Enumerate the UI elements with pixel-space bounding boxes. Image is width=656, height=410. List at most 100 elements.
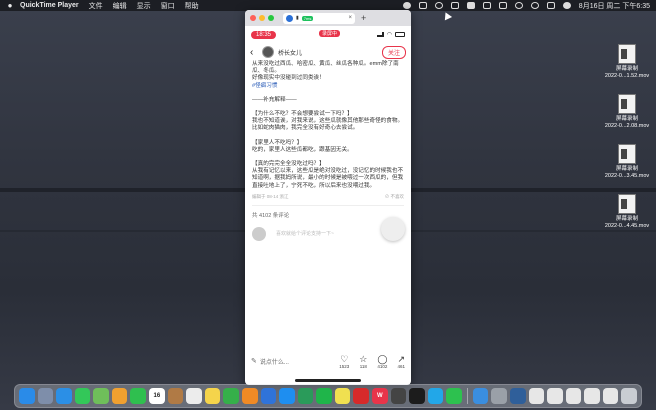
close-tab-icon[interactable]: × [348,15,352,21]
zoom-window-icon[interactable] [268,15,274,21]
dock-doc4-icon[interactable] [584,388,600,404]
dock-notes-icon[interactable] [204,388,221,404]
video-file-icon [618,144,636,164]
dock-numbers-icon[interactable] [223,388,239,404]
hashtag-link[interactable]: #怪癖习惯 [252,83,404,90]
apple-icon[interactable]: ● [6,1,14,10]
desktop-file[interactable]: 屏幕录制 2022-0...3.45.mov [602,144,652,180]
latency-badge: 7ms [301,15,314,21]
dock-pages-icon[interactable] [241,388,258,404]
dock-doc1-icon[interactable] [528,388,545,404]
phone-mirror-window: ▮ 7ms × + 18:35 录屏中 ◠ ‹ 桥长女儿 关注 从来没吃过西瓜、… [245,10,411,385]
dock-terminal-icon[interactable] [409,388,425,404]
home-indicator[interactable] [295,379,361,382]
dock-doc5-icon[interactable] [602,388,619,404]
comment-placeholder[interactable]: 喜欢就给个评论支持一下~ [276,230,334,237]
comment-icon: ◯ [377,353,388,364]
chat-icon[interactable] [434,2,443,9]
dock-finder-icon[interactable] [19,388,35,404]
wifi-icon[interactable] [514,2,523,9]
dock-calendar-icon[interactable]: 16 [149,388,165,404]
avatar[interactable] [262,46,274,58]
share-button[interactable]: ↗ 461 [397,354,405,369]
desktop-file[interactable]: 屏幕录制 2022-0...2.08.mov [602,94,652,130]
dock-app-store-icon[interactable] [279,388,295,404]
dock-keynote-icon[interactable] [260,388,277,404]
say-something-label: 说点什么... [259,359,289,366]
new-tab-button[interactable]: + [361,13,366,23]
dock-facetime-icon[interactable] [130,388,147,404]
control-center-icon[interactable] [546,2,555,9]
minimize-window-icon[interactable] [259,15,265,21]
menu-file[interactable]: 文件 [89,1,103,11]
desktop-file[interactable]: 屏幕录制 2022-0...1.52.mov [602,44,652,80]
menu-clock[interactable]: 8月16日 周二 下午6:35 [579,1,650,11]
comment-action-count: 4102 [377,363,388,369]
dock-messages-icon[interactable] [74,388,91,404]
dock-wechat-icon[interactable] [446,388,462,404]
wechat-icon[interactable] [418,2,427,9]
comment-button[interactable]: ◯ 4102 [377,354,387,369]
share-icon: ↗ [397,353,405,364]
dock-weather-icon[interactable] [334,388,351,404]
floating-assistive-button[interactable] [381,216,405,241]
menu-edit[interactable]: 编辑 [113,1,127,11]
menu-help[interactable]: 帮助 [185,1,199,11]
record-stop-icon[interactable] [402,2,411,9]
menu-view[interactable]: 显示 [137,1,151,11]
dock-doc3-icon[interactable] [565,388,582,404]
battery-icon [395,32,405,37]
file-subname: 2022-0...3.45.mov [604,173,650,179]
collect-button[interactable]: ☆ 118 [359,354,367,369]
like-button[interactable]: ♡ 1523 [339,354,349,369]
dock-trash-icon[interactable] [621,388,638,404]
dock-wps-icon[interactable]: W [371,388,388,404]
post-paragraph: 【为什么不吃？不会想要尝试一下吗？】 我也不知道诶，对我来说，这些瓜就像其他那些… [252,111,404,132]
dock-qq-icon[interactable] [427,388,444,404]
dock-photos-icon[interactable] [111,388,128,404]
post-meta: 编辑于 08-14 浙江 ⊘ 不喜欢 [245,190,411,200]
siri-icon[interactable] [562,2,571,9]
dislike-label: 不喜欢 [390,193,405,199]
post-actions: ♡ 1523 ☆ 118 ◯ 4102 ↗ 461 [339,354,405,369]
share-count: 461 [397,363,405,369]
dock-iqiyi-icon[interactable] [316,388,332,404]
search-icon[interactable] [530,2,539,9]
dock-notes-brown-icon[interactable] [167,388,184,404]
dock-launchpad-icon[interactable] [37,388,54,404]
dock-wechat-work-icon[interactable] [297,388,314,404]
device-avatar-icon [286,14,293,22]
device-tab[interactable]: ▮ 7ms × [283,12,355,24]
dislike-button[interactable]: ⊘ 不喜欢 [385,194,404,200]
dock-reminders-icon[interactable] [186,388,202,404]
battery-icon[interactable] [498,2,507,9]
menu-window[interactable]: 窗口 [161,1,175,11]
say-something-input[interactable]: ✎ 说点什么... [251,357,321,366]
media-icon[interactable] [482,2,491,9]
dock-netease-music-icon[interactable] [353,388,369,404]
dock-maps-icon[interactable] [93,388,109,404]
dock-doc2-icon[interactable] [547,388,563,404]
signal-icon: ▮ [296,15,299,21]
back-icon[interactable]: ‹ [250,47,258,58]
comment-input-row[interactable]: 喜欢就给个评论支持一下~ [245,216,411,241]
post-paragraph: 【真的完完全全没吃过吗？】 从我有记忆以来，这些瓜是绝对没吃过，没记忆的时候我也… [252,161,404,189]
dock-safari-icon[interactable] [56,388,72,404]
follow-button[interactable]: 关注 [381,45,406,59]
dock-preview-icon[interactable] [472,388,489,404]
collect-count: 118 [359,363,367,369]
video-file-icon [618,94,636,114]
desktop-file[interactable]: 屏幕录制 2022-0...4.45.mov [602,194,652,230]
wps-icon[interactable] [466,2,475,9]
pencil-icon: ✎ [251,358,257,365]
video-file-icon [618,194,636,214]
author-name[interactable]: 桥长女儿 [278,48,302,57]
recording-indicator: 录屏中 [319,30,341,37]
dock-chatgpt-icon[interactable] [390,388,407,404]
post-section-divider: ——补充解释—— [252,96,297,103]
dock-quicktime-icon[interactable] [510,388,526,404]
dock-sysprefs-icon[interactable] [491,388,507,404]
close-window-icon[interactable] [250,15,256,21]
app-name[interactable]: QuickTime Player [20,2,79,9]
monitor-icon[interactable] [450,2,459,9]
